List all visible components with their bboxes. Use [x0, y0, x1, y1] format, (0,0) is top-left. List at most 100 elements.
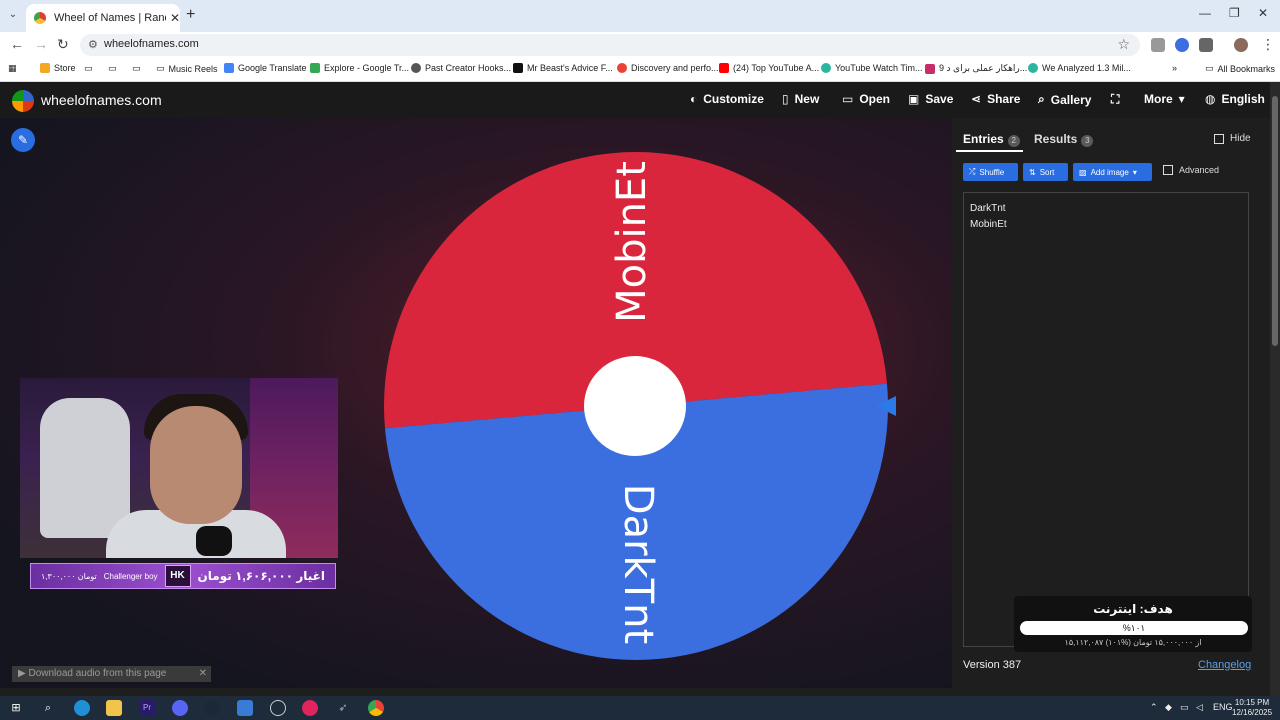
- wheel-logo-icon[interactable]: [12, 90, 34, 112]
- donation-amount-right: اغیار ۱,۶۰۶,۰۰۰ تومان: [197, 569, 325, 583]
- browser-tab[interactable]: Wheel of Names | Random nam ✕: [26, 4, 180, 32]
- system-clock[interactable]: 10:15 PM 12/16/2025: [1232, 698, 1272, 718]
- spin-wheel[interactable]: MobinEt DarkTnt: [376, 144, 896, 664]
- changelog-link[interactable]: Changelog: [1198, 659, 1251, 671]
- bookmark-item[interactable]: Mr Beast's Advice F...: [513, 63, 613, 73]
- bookmark-item[interactable]: 9 راهکار عملی برای د...: [925, 63, 1027, 74]
- folder-icon[interactable]: ▭: [132, 63, 141, 74]
- windows-taskbar: ⊞ ⌕ Pr ➶ ⌃ ◆ ▭ ◁ ENG 10:15 PM 12/16/2025: [0, 696, 1280, 720]
- network-icon[interactable]: ▭: [1180, 702, 1189, 713]
- forward-icon[interactable]: →: [34, 36, 48, 52]
- webcam-overlay: [20, 378, 338, 558]
- app-icon[interactable]: [302, 700, 318, 716]
- bookmark-item[interactable]: We Analyzed 1.3 Mil...: [1028, 63, 1131, 73]
- kebab-menu-icon[interactable]: ⋮: [1261, 36, 1275, 53]
- tab-entries[interactable]: Entries 2: [963, 132, 1020, 147]
- bookmark-item[interactable]: Explore - Google Tr...: [310, 63, 409, 73]
- tab-title: Wheel of Names | Random nam: [54, 12, 166, 24]
- bookmark-item[interactable]: Discovery and perfo...: [617, 63, 719, 73]
- save-button[interactable]: ▣ Save: [908, 92, 953, 106]
- edge-icon[interactable]: [74, 700, 90, 716]
- customize-button[interactable]: ◐ Customize: [690, 92, 764, 106]
- donation-banner: ۱,۳۰۰,۰۰۰ تومان Challenger boy HK اغیار …: [30, 563, 336, 589]
- puzzle-icon[interactable]: [1199, 38, 1213, 52]
- steam-icon[interactable]: [204, 700, 220, 716]
- sort-button[interactable]: ⇅ Sort: [1023, 163, 1068, 181]
- share-icon: ⋖: [971, 92, 982, 106]
- more-bookmarks-icon[interactable]: »: [1172, 63, 1177, 73]
- address-bar[interactable]: ⚙ wheelofnames.com ☆: [80, 34, 1140, 56]
- page-scrollbar[interactable]: [1270, 82, 1280, 696]
- site-logo-text[interactable]: wheelofnames.com: [41, 92, 162, 108]
- gallery-button[interactable]: ⌕ Gallery: [1038, 92, 1091, 107]
- bookmark-item[interactable]: Google Translate: [224, 63, 307, 73]
- bookmark-item[interactable]: ▭ Music Reels: [156, 63, 218, 74]
- browser-toolbar: ← → ↻ ⚙ wheelofnames.com ☆ ⋮: [0, 32, 1280, 58]
- open-button[interactable]: ▭ Open: [842, 92, 890, 106]
- all-bookmarks-folder[interactable]: ▭ All Bookmarks: [1205, 63, 1275, 74]
- extension-icon[interactable]: [1151, 38, 1165, 52]
- bookmark-item[interactable]: YouTube Watch Tim...: [821, 63, 923, 73]
- tray-icon[interactable]: ◆: [1165, 702, 1172, 713]
- site-info-icon[interactable]: ⚙: [88, 38, 98, 51]
- bookmarks-bar: ▦ Store ▭ ▭ ▭ ▭ Music Reels Google Transl…: [0, 58, 1280, 82]
- bookmark-star-icon[interactable]: ☆: [1117, 36, 1130, 53]
- add-image-button[interactable]: ▨ Add image ▾: [1073, 163, 1152, 181]
- microphone-icon: [196, 526, 232, 556]
- premiere-icon[interactable]: Pr: [139, 700, 155, 716]
- edit-pencil-icon[interactable]: ✎: [11, 128, 35, 152]
- image-icon: ▨: [1079, 167, 1087, 177]
- bookmark-item[interactable]: Store: [40, 63, 76, 73]
- entries-textarea[interactable]: DarkTnt MobinEt: [963, 192, 1249, 647]
- hide-checkbox[interactable]: Hide: [1214, 133, 1251, 144]
- entry-line: MobinEt: [970, 219, 1007, 230]
- folder-icon[interactable]: ▭: [108, 63, 117, 74]
- back-icon[interactable]: ←: [10, 36, 24, 52]
- maximize-icon[interactable]: ❐: [1229, 6, 1240, 20]
- fullscreen-button[interactable]: ⛶: [1111, 92, 1119, 107]
- tab-results[interactable]: Results 3: [1034, 132, 1094, 147]
- goal-progress-bar: %۱۰۱: [1020, 621, 1248, 635]
- advanced-checkbox[interactable]: Advanced: [1163, 165, 1219, 175]
- folder-icon[interactable]: ▭: [84, 63, 93, 74]
- extension-icon[interactable]: [1175, 38, 1189, 52]
- close-tab-icon[interactable]: ✕: [170, 11, 180, 25]
- tab-search-icon[interactable]: ⌄: [4, 6, 22, 24]
- app-icon[interactable]: [270, 700, 286, 716]
- file-explorer-icon[interactable]: [106, 700, 122, 716]
- bookmark-item[interactable]: Past Creator Hooks...: [411, 63, 511, 73]
- shuffle-button[interactable]: ⤮ Shuffle: [963, 163, 1018, 181]
- volume-icon[interactable]: ◁: [1196, 702, 1203, 713]
- language-button[interactable]: ◍ English: [1205, 92, 1265, 106]
- new-button[interactable]: ▯ New: [782, 92, 819, 106]
- play-icon: ▶: [18, 668, 29, 679]
- tray-expand-icon[interactable]: ⌃: [1150, 702, 1158, 713]
- wheel-label-darktnt: DarkTnt: [615, 484, 661, 644]
- palette-icon: ◐: [690, 92, 698, 106]
- input-language[interactable]: ENG: [1213, 702, 1233, 712]
- reload-icon[interactable]: ↻: [57, 36, 69, 53]
- app-header: wheelofnames.com ◐ Customize ▯ New ▭ Open ▣…: [0, 82, 1280, 118]
- apps-grid-icon[interactable]: ▦: [8, 63, 17, 74]
- profile-avatar[interactable]: [1234, 38, 1248, 52]
- close-icon[interactable]: ✕: [199, 666, 207, 682]
- close-window-icon[interactable]: ✕: [1258, 6, 1268, 20]
- new-tab-icon[interactable]: +: [186, 6, 195, 24]
- download-audio-bar[interactable]: ▶ Download audio from this page ✕: [12, 666, 211, 682]
- file-icon: ▯: [782, 92, 789, 106]
- share-button[interactable]: ⋖ Share: [971, 92, 1020, 106]
- bookmark-item[interactable]: (24) Top YouTube A...: [719, 63, 819, 73]
- discord-icon[interactable]: [172, 700, 188, 716]
- store-icon[interactable]: [237, 700, 253, 716]
- wheel-center-hub[interactable]: [584, 356, 686, 456]
- wheel-label-mobinet: MobinEt: [609, 161, 655, 323]
- app-icon[interactable]: ➶: [335, 700, 351, 716]
- scrollbar-thumb[interactable]: [1272, 96, 1278, 346]
- minimize-icon[interactable]: —: [1199, 6, 1211, 20]
- windows-start-icon[interactable]: ⊞: [8, 700, 24, 716]
- entry-line: DarkTnt: [970, 203, 1006, 214]
- search-icon[interactable]: ⌕: [40, 700, 56, 716]
- goal-subtitle: ۱۵,۱۱۲,۰۸۷ از ۱۵,۰۰۰,۰۰۰ تومان (%۱۰۱): [1064, 638, 1202, 647]
- chrome-icon[interactable]: [368, 700, 384, 716]
- more-menu-button[interactable]: More ▾: [1144, 92, 1185, 106]
